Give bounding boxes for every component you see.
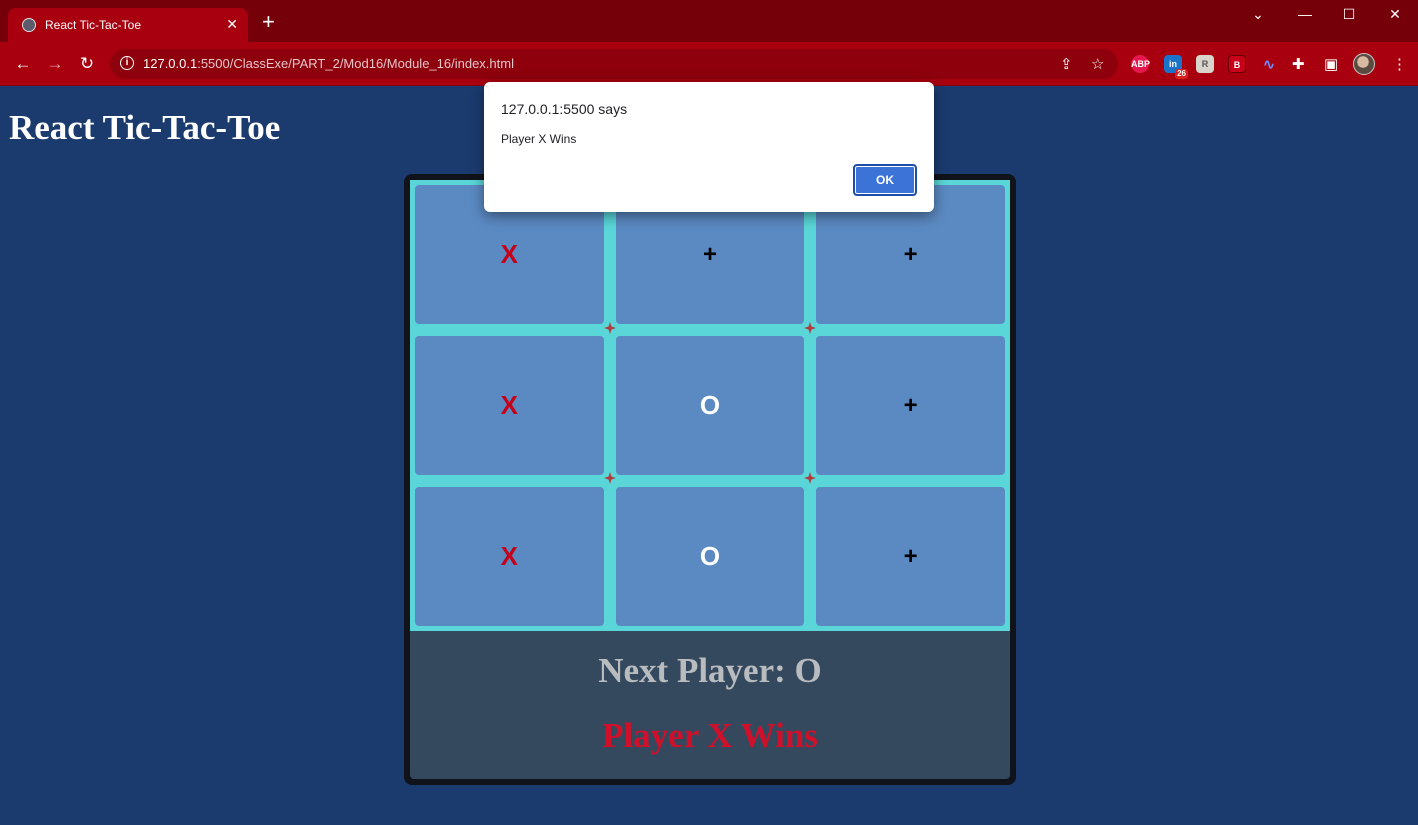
extension-r-icon[interactable]: R bbox=[1196, 55, 1214, 73]
winner-text: Player X Wins bbox=[602, 716, 818, 755]
side-panel-icon[interactable]: ▣ bbox=[1324, 55, 1338, 73]
board-cell[interactable]: O bbox=[615, 487, 805, 626]
game-board: X + + X O + X O + Next Player: O Player … bbox=[404, 174, 1016, 785]
forward-button[interactable]: → bbox=[44, 53, 66, 75]
extensions-puzzle-icon[interactable]: ✚ bbox=[1292, 55, 1305, 73]
tab-search-icon[interactable]: ⌄ bbox=[1243, 6, 1273, 23]
board-cell[interactable]: O bbox=[615, 336, 805, 475]
board-cell[interactable]: + bbox=[816, 487, 1005, 626]
adblock-plus-icon[interactable]: ABP bbox=[1131, 55, 1150, 73]
ok-button[interactable]: OK bbox=[853, 164, 917, 196]
back-button[interactable]: ← bbox=[12, 53, 34, 75]
board-grid: X + + X O + X O + bbox=[410, 180, 1010, 631]
notification-badge: 26 bbox=[1175, 69, 1188, 79]
new-tab-button[interactable]: + bbox=[262, 11, 275, 33]
maximize-button[interactable]: ☐ bbox=[1334, 6, 1364, 23]
tab-close-icon[interactable]: ✕ bbox=[226, 15, 238, 33]
board-cell[interactable]: X bbox=[415, 336, 604, 475]
dialog-origin-text: 127.0.0.1:5500 says bbox=[501, 101, 628, 117]
site-info-icon[interactable]: i bbox=[120, 56, 134, 70]
url-text[interactable]: 127.0.0.1:5500/ClassExe/PART_2/Mod16/Mod… bbox=[143, 56, 514, 71]
minimize-button[interactable]: — bbox=[1290, 6, 1320, 22]
share-icon[interactable]: ⇪ bbox=[1060, 55, 1073, 73]
profile-avatar[interactable] bbox=[1353, 53, 1375, 75]
linkedin-extension-icon[interactable]: in 26 bbox=[1164, 55, 1188, 79]
browser-tab[interactable]: React Tic-Tac-Toe ✕ bbox=[8, 8, 248, 42]
page-title: React Tic-Tac-Toe bbox=[9, 108, 281, 147]
extension-b-icon[interactable]: B bbox=[1228, 55, 1246, 73]
board-cell[interactable]: + bbox=[816, 336, 1005, 475]
dialog-message: Player X Wins bbox=[501, 132, 577, 146]
audio-extension-icon[interactable]: ∿ bbox=[1260, 55, 1278, 73]
browser-menu-icon[interactable]: ⋮ bbox=[1392, 55, 1407, 73]
bookmark-star-icon[interactable]: ☆ bbox=[1091, 55, 1104, 73]
game-status-panel: Next Player: O Player X Wins bbox=[410, 631, 1010, 779]
tab-title: React Tic-Tac-Toe bbox=[45, 18, 142, 32]
globe-icon bbox=[22, 18, 36, 32]
reload-button[interactable]: ↻ bbox=[76, 53, 98, 75]
alert-dialog: 127.0.0.1:5500 says Player X Wins OK bbox=[484, 82, 934, 212]
window-close-button[interactable]: ✕ bbox=[1380, 6, 1410, 23]
board-cell[interactable]: X bbox=[415, 487, 604, 626]
next-player-text: Next Player: O bbox=[598, 651, 822, 690]
browser-titlebar: React Tic-Tac-Toe ✕ + ⌄ — ☐ ✕ bbox=[0, 0, 1418, 42]
